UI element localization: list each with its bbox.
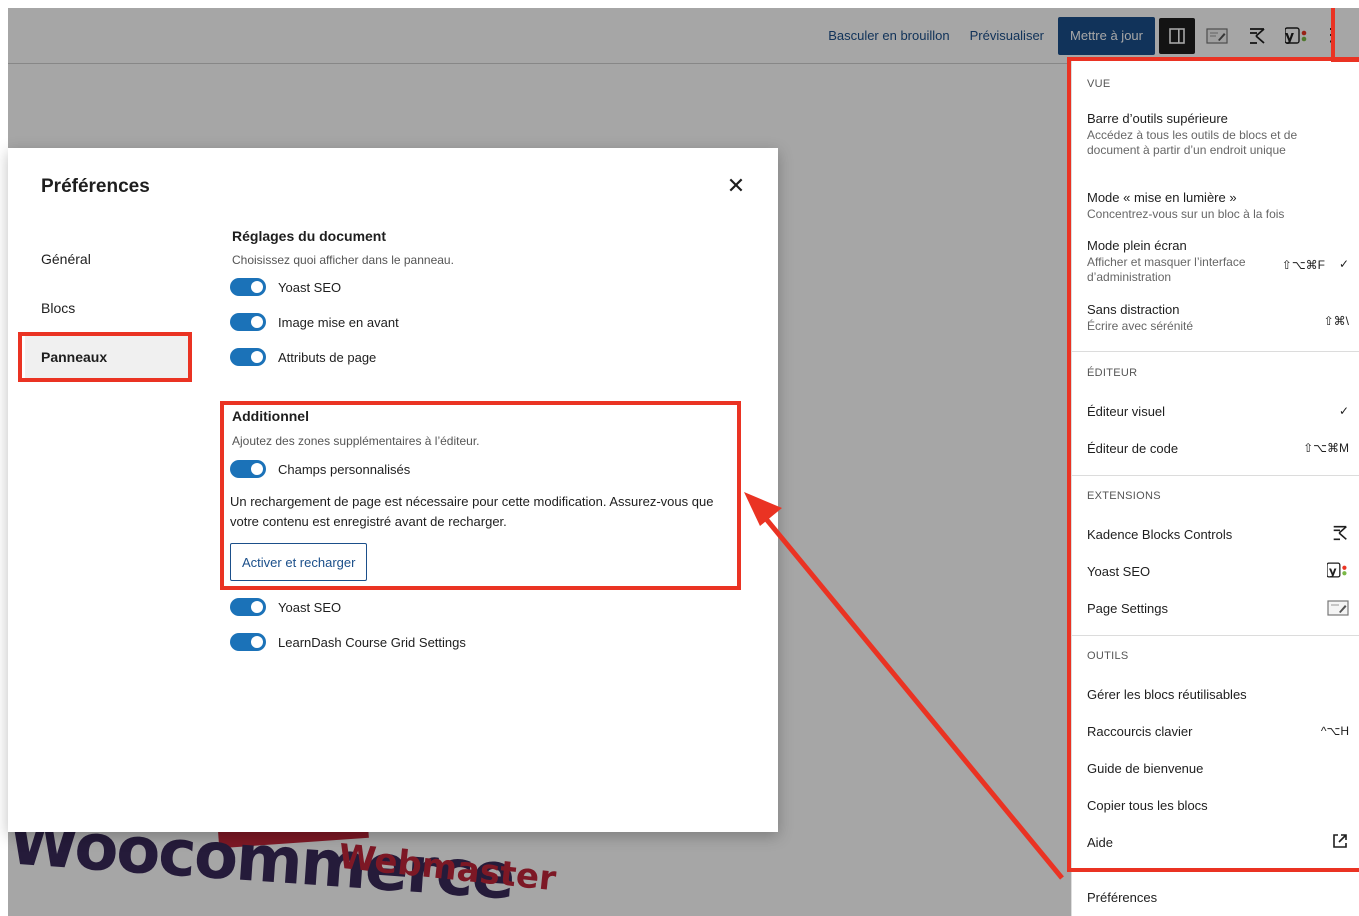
featured-image-toggle[interactable] xyxy=(230,313,266,331)
menu-item-description: Accédez à tous les outils de blocs et de… xyxy=(1087,128,1298,157)
yoast-icon: y xyxy=(1326,562,1349,582)
menu-item-description: Écrire avec sérénité xyxy=(1087,319,1194,333)
menu-item-label: Guide de bienvenue xyxy=(1087,761,1204,776)
toggle-label: Yoast SEO xyxy=(278,279,342,295)
menu-item-label: Raccourcis clavier xyxy=(1087,724,1193,739)
external-link-icon xyxy=(1331,832,1349,853)
page-settings-icon xyxy=(1327,599,1349,620)
menu-item-distraction-free[interactable]: Sans distraction Écrire avec sérénité ⇧⌘… xyxy=(1087,302,1349,334)
shortcut-label: ⇧⌥⌘F xyxy=(1281,258,1325,272)
menu-item-label: Sans distraction xyxy=(1087,302,1180,317)
menu-item-yoast-seo[interactable]: Yoast SEO y xyxy=(1087,562,1349,582)
reload-note: Un rechargement de page est nécessaire p… xyxy=(230,494,714,529)
toggle-label: Yoast SEO xyxy=(278,599,342,615)
menu-item-label: Mode « mise en lumière » xyxy=(1087,190,1237,205)
yoast-seo-extra-toggle[interactable] xyxy=(230,598,266,616)
menu-item-copy-all-blocks[interactable]: Copier tous les blocs xyxy=(1087,798,1349,813)
menu-item-label: Kadence Blocks Controls xyxy=(1087,527,1233,542)
nav-item-blocks[interactable]: Blocs xyxy=(25,287,189,329)
toggle-row-learndash: LearnDash Course Grid Settings xyxy=(230,633,466,651)
toggle-row-featured-image: Image mise en avant xyxy=(230,313,399,331)
check-icon: ✓ xyxy=(1338,257,1349,271)
nav-item-panels[interactable]: Panneaux xyxy=(25,336,189,378)
kadence-icon xyxy=(1331,524,1349,545)
menu-item-description: Afficher et masquer l’interface d’admini… xyxy=(1087,255,1246,284)
menu-item-label: Page Settings xyxy=(1087,601,1168,616)
svg-text:y: y xyxy=(1329,564,1337,578)
menu-group-extensions: EXTENSIONS xyxy=(1087,490,1161,502)
menu-item-label: Gérer les blocs réutilisables xyxy=(1087,687,1247,702)
menu-item-visual-editor[interactable]: Éditeur visuel ✓ xyxy=(1087,404,1349,419)
shortcut-label: ⇧⌥⌘M xyxy=(1303,441,1349,455)
menu-item-preferences[interactable]: Préférences xyxy=(1087,890,1349,905)
toggle-row-custom-fields: Champs personnalisés xyxy=(230,460,410,478)
menu-item-label: Copier tous les blocs xyxy=(1087,798,1208,813)
yoast-seo-toggle[interactable] xyxy=(230,278,266,296)
menu-item-fullscreen-mode[interactable]: Mode plein écran Afficher et masquer l’i… xyxy=(1087,238,1349,285)
check-icon: ✓ xyxy=(1338,404,1349,418)
more-options-menu: VUE Barre d’outils supérieure Accédez à … xyxy=(1071,61,1359,916)
menu-item-page-settings[interactable]: Page Settings xyxy=(1087,600,1349,616)
menu-item-description: Concentrez-vous sur un bloc à la fois xyxy=(1087,207,1285,221)
toggle-row-yoast-seo-extra: Yoast SEO xyxy=(230,598,341,616)
toggle-label: Image mise en avant xyxy=(278,314,399,330)
custom-fields-toggle[interactable] xyxy=(230,460,266,478)
menu-item-manage-reusable-blocks[interactable]: Gérer les blocs réutilisables xyxy=(1087,687,1349,702)
menu-item-top-toolbar[interactable]: Barre d’outils supérieure Accédez à tous… xyxy=(1087,111,1349,158)
toggle-label: Champs personnalisés xyxy=(278,461,411,477)
shortcut-label: ⇧⌘\ xyxy=(1323,314,1349,328)
menu-item-label: Aide xyxy=(1087,835,1114,850)
activate-and-reload-button[interactable]: Activer et recharger xyxy=(230,543,368,581)
menu-item-label: Yoast SEO xyxy=(1087,564,1151,579)
menu-group-tools: OUTILS xyxy=(1087,650,1129,662)
menu-item-label: Barre d’outils supérieure xyxy=(1087,111,1228,126)
additional-title: Additionnel xyxy=(232,408,309,424)
preferences-modal: Préférences ✕ Général Blocs Panneaux Rég… xyxy=(8,148,778,832)
toggle-label: Attributs de page xyxy=(278,349,377,365)
modal-title: Préférences xyxy=(41,176,150,197)
page-attributes-toggle[interactable] xyxy=(230,348,266,366)
menu-item-welcome-guide[interactable]: Guide de bienvenue xyxy=(1087,761,1349,776)
menu-divider xyxy=(1072,635,1359,636)
additional-description: Ajoutez des zones supplémentaires à l’éd… xyxy=(232,434,480,448)
toggle-label: LearnDash Course Grid Settings xyxy=(278,634,466,650)
menu-item-label: Préférences xyxy=(1087,890,1158,905)
menu-item-kadence-blocks-controls[interactable]: Kadence Blocks Controls xyxy=(1087,524,1349,545)
document-settings-title: Réglages du document xyxy=(232,228,387,244)
menu-group-view: VUE xyxy=(1087,78,1111,90)
menu-group-editor: ÉDITEUR xyxy=(1087,367,1138,379)
menu-item-label: Mode plein écran xyxy=(1087,238,1187,253)
menu-item-label: Éditeur visuel xyxy=(1087,404,1166,419)
toggle-row-yoast-seo: Yoast SEO xyxy=(230,278,341,296)
close-icon[interactable]: ✕ xyxy=(724,173,748,198)
menu-divider xyxy=(1072,475,1359,476)
menu-item-keyboard-shortcuts[interactable]: Raccourcis clavier ^⌥H xyxy=(1087,724,1349,739)
nav-item-general[interactable]: Général xyxy=(25,238,189,280)
menu-item-code-editor[interactable]: Éditeur de code ⇧⌥⌘M xyxy=(1087,441,1349,456)
menu-divider xyxy=(1072,351,1359,352)
shortcut-label: ^⌥H xyxy=(1320,724,1349,738)
menu-item-help[interactable]: Aide xyxy=(1087,832,1349,853)
menu-item-spotlight-mode[interactable]: Mode « mise en lumière » Concentrez-vous… xyxy=(1087,190,1349,222)
menu-divider xyxy=(1072,869,1359,870)
learndash-toggle[interactable] xyxy=(230,633,266,651)
document-settings-description: Choisissez quoi afficher dans le panneau… xyxy=(232,253,454,267)
toggle-row-page-attributes: Attributs de page xyxy=(230,348,376,366)
